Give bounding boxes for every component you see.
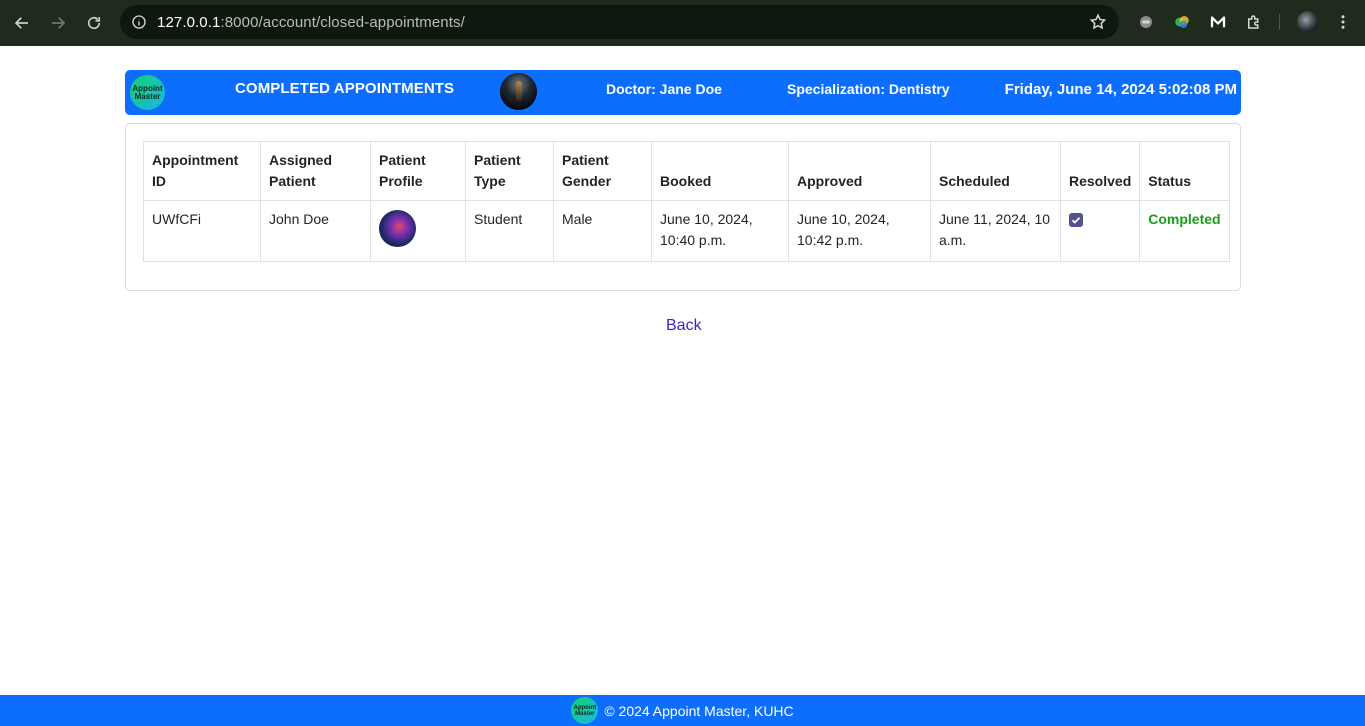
logo-text-line-2: Master: [134, 91, 161, 101]
patient-avatar[interactable]: [379, 210, 416, 247]
col-appointment-id: Appointment ID: [143, 141, 261, 201]
appointments-table: Appointment ID Assigned Patient Patient …: [143, 141, 1230, 262]
doctor-specialization: Specialization: Dentistry: [787, 81, 950, 97]
col-resolved: Resolved: [1059, 141, 1141, 201]
cell-resolved: [1059, 200, 1141, 262]
page-title: COMPLETED APPOINTMENTS: [235, 80, 455, 97]
cell-patient-type: Student: [465, 200, 554, 262]
col-assigned-patient: Assigned Patient: [260, 141, 371, 201]
url-path: :8000/account/closed-appointments/: [220, 13, 465, 31]
extension-incognito-icon[interactable]: [1136, 12, 1156, 32]
cell-assigned-patient: John Doe: [260, 200, 371, 262]
col-approved: Approved: [788, 141, 931, 201]
site-info-icon[interactable]: [122, 5, 156, 39]
page-footer: Appoint Master © 2024 Appoint Master, KUH…: [0, 695, 1365, 726]
col-patient-type: Patient Type: [465, 141, 554, 201]
extension-color-icon[interactable]: [1172, 12, 1192, 32]
url-host: 127.0.0.1: [157, 13, 221, 31]
extension-m-icon[interactable]: [1208, 12, 1228, 32]
cell-booked: June 10, 2024, 10:40 p.m.: [651, 200, 789, 262]
forward-arrow-icon[interactable]: [40, 5, 76, 41]
col-patient-profile: Patient Profile: [370, 141, 466, 201]
col-status: Status: [1139, 141, 1230, 201]
back-arrow-icon[interactable]: [4, 5, 40, 41]
app-logo[interactable]: Appoint Master: [130, 75, 165, 110]
table-header-row: Appointment ID Assigned Patient Patient …: [143, 141, 1230, 201]
reload-icon[interactable]: [76, 5, 112, 41]
url-text[interactable]: 127.0.0.1:8000/account/closed-appointmen…: [157, 14, 465, 31]
toolbar-divider: [1279, 14, 1280, 30]
col-booked: Booked: [651, 141, 789, 201]
browser-toolbar: 127.0.0.1:8000/account/closed-appointmen…: [0, 0, 1365, 46]
page-header: Appoint Master COMPLETED APPOINTMENTS Doc…: [125, 70, 1241, 115]
cell-patient-gender: Male: [553, 200, 652, 262]
cell-appointment-id: UWfCFi: [143, 200, 261, 262]
back-link[interactable]: Back: [666, 317, 702, 335]
menu-dots-icon[interactable]: [1333, 12, 1353, 32]
cell-scheduled: June 11, 2024, 10 a.m.: [930, 200, 1061, 262]
cell-patient-profile: [370, 200, 466, 262]
resolved-checkbox[interactable]: [1069, 213, 1083, 227]
footer-copyright: © 2024 Appoint Master, KUHC: [604, 702, 794, 719]
table-row: UWfCFi John Doe Student Male June 10, 20…: [143, 200, 1230, 262]
footer-logo: Appoint Master: [571, 697, 599, 724]
doctor-avatar: [500, 73, 537, 110]
doctor-name: Doctor: Jane Doe: [606, 81, 722, 97]
cell-approved: June 10, 2024, 10:42 p.m.: [788, 200, 931, 262]
bookmark-star-icon[interactable]: [1089, 13, 1107, 31]
address-bar[interactable]: 127.0.0.1:8000/account/closed-appointmen…: [120, 5, 1119, 39]
status-badge: Completed: [1139, 200, 1230, 262]
col-patient-gender: Patient Gender: [553, 141, 652, 201]
extensions-puzzle-icon[interactable]: [1244, 12, 1264, 32]
footer-logo-text-2: Master: [575, 710, 595, 717]
current-datetime: Friday, June 14, 2024 5:02:08 PM: [1004, 81, 1237, 98]
profile-avatar[interactable]: [1297, 11, 1319, 33]
col-scheduled: Scheduled: [930, 141, 1061, 201]
appointments-card: Appointment ID Assigned Patient Patient …: [125, 123, 1241, 291]
